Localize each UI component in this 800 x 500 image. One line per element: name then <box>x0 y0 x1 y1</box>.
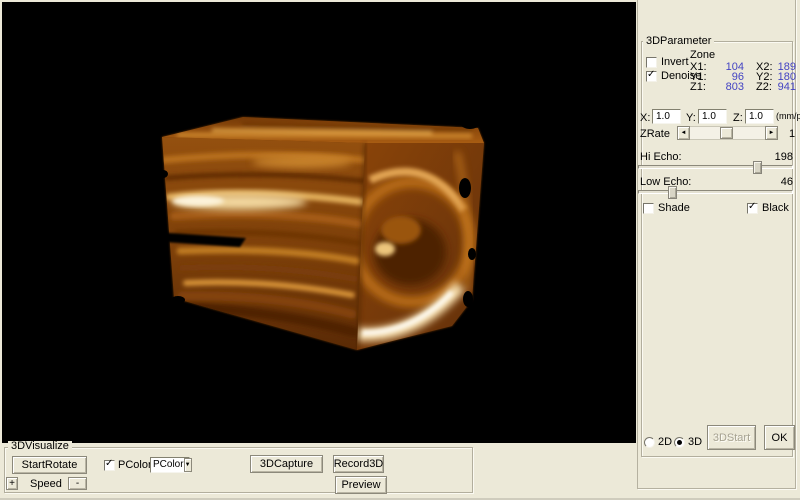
hi-echo-label: Hi Echo: <box>640 151 682 163</box>
zone-title: Zone <box>690 49 715 61</box>
zone-z2-value: 941 <box>770 81 796 93</box>
zrate-scrollbar[interactable]: ◄ ► <box>677 126 778 140</box>
ok-button[interactable]: OK <box>764 425 795 450</box>
zrate-track[interactable] <box>690 126 765 140</box>
hi-echo-slider[interactable] <box>638 165 793 169</box>
hi-echo-value: 198 <box>760 151 793 163</box>
visualize-groupbox-title: 3DVisualize <box>8 441 72 452</box>
radio-dot-icon <box>677 440 682 445</box>
black-checkbox[interactable]: ✓ <box>747 203 758 214</box>
3d-viewport[interactable] <box>2 2 636 443</box>
black-label: Black <box>762 202 789 214</box>
low-echo-value: 46 <box>760 176 793 188</box>
scale-y-label: Y: <box>686 112 696 124</box>
pcolor-label: PColor <box>118 459 152 471</box>
mode-2d-radio[interactable] <box>644 437 655 448</box>
app-window: 3DParameter Invert ✓ Denoise Zone X1: 10… <box>0 0 800 500</box>
hi-echo-thumb[interactable] <box>753 161 762 174</box>
scale-x-label: X: <box>640 112 650 124</box>
checkmark-icon: ✓ <box>647 69 655 80</box>
volume-render <box>2 2 636 443</box>
3dstart-button[interactable]: 3DStart <box>707 425 756 450</box>
speed-minus-button[interactable]: - <box>68 477 87 490</box>
3dcapture-button[interactable]: 3DCapture <box>250 455 323 473</box>
invert-checkbox[interactable] <box>646 57 657 68</box>
scroll-left-icon[interactable]: ◄ <box>677 126 690 140</box>
checkmark-icon: ✓ <box>748 201 756 212</box>
speed-plus-button[interactable]: + <box>6 477 18 490</box>
scale-z-input[interactable]: 1.0 <box>745 109 774 124</box>
shade-checkbox[interactable] <box>643 203 654 214</box>
zone-z1-label: Z1: <box>690 81 706 93</box>
scale-z-label: Z: <box>733 112 743 124</box>
zrate-label: ZRate <box>640 128 670 140</box>
zrate-value: 1 <box>789 128 795 140</box>
pcolor-select[interactable]: PColor ▼ <box>150 457 190 473</box>
scroll-right-icon[interactable]: ► <box>765 126 778 140</box>
parameter-groupbox-title: 3DParameter <box>643 36 714 47</box>
scale-y-input[interactable]: 1.0 <box>698 109 727 124</box>
low-echo-label: Low Echo: <box>640 176 691 188</box>
pcolor-checkbox[interactable]: ✓ <box>104 460 115 471</box>
record3d-button[interactable]: Record3D <box>333 455 384 473</box>
shade-label: Shade <box>658 202 690 214</box>
start-rotate-button[interactable]: StartRotate <box>12 456 87 474</box>
scale-x-input[interactable]: 1.0 <box>652 109 681 124</box>
scale-unit-label: (mm/p) <box>776 111 800 121</box>
mode-2d-label: 2D <box>658 436 672 448</box>
preview-button[interactable]: Preview <box>335 476 387 494</box>
dropdown-arrow-icon[interactable]: ▼ <box>184 458 192 472</box>
low-echo-thumb[interactable] <box>668 186 677 199</box>
mode-3d-radio[interactable] <box>674 437 685 448</box>
zone-z1-value: 803 <box>706 81 744 93</box>
pcolor-select-value: PColor <box>151 458 184 472</box>
parameter-groupbox <box>641 41 793 457</box>
denoise-checkbox[interactable]: ✓ <box>646 71 657 82</box>
checkmark-icon: ✓ <box>105 458 113 469</box>
zrate-thumb[interactable] <box>720 127 733 139</box>
low-echo-slider[interactable] <box>638 190 793 194</box>
mode-3d-label: 3D <box>688 436 702 448</box>
speed-label: Speed <box>30 478 62 490</box>
invert-label: Invert <box>661 56 689 68</box>
